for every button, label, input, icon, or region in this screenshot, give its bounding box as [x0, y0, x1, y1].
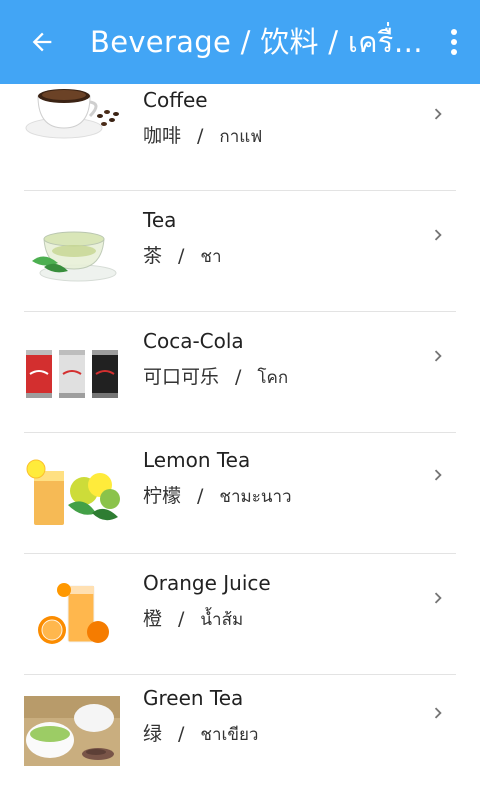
list-item-orange-juice[interactable]: Orange Juice 橙 / น้ำส้ม	[0, 554, 480, 675]
chevron-right-icon	[434, 592, 442, 604]
item-translations: 柠檬 / ชามะนาว	[143, 481, 292, 510]
chevron-right-icon	[434, 707, 442, 719]
item-translations: 茶 / ชา	[143, 241, 222, 270]
chinese-name: 咖啡	[143, 125, 182, 147]
green-tea-image	[24, 696, 120, 766]
list-item-tea[interactable]: Tea 茶 / ชา	[0, 191, 480, 312]
list-item-coca-cola[interactable]: Coca-Cola 可口可乐 / โคก	[0, 312, 480, 433]
separator: /	[197, 485, 204, 507]
separator: /	[178, 608, 185, 630]
item-name: Coffee	[143, 88, 208, 112]
item-name: Coca-Cola	[143, 329, 244, 353]
app-bar: Beverage / 饮料 / เครื่องดื่ม	[0, 0, 480, 84]
chevron-right-icon	[434, 350, 442, 362]
item-translations: 橙 / น้ำส้ม	[143, 604, 243, 633]
list-item-coffee[interactable]: Coffee 咖啡 / กาแฟ	[0, 84, 480, 191]
chevron-right-icon	[434, 108, 442, 120]
list-item-green-tea[interactable]: Green Tea 绿 / ชาเขียว	[0, 675, 480, 796]
more-vert-icon	[451, 29, 457, 55]
coca-cola-image	[26, 350, 118, 398]
separator: /	[178, 245, 185, 267]
item-name: Orange Juice	[143, 571, 271, 595]
coffee-image	[25, 89, 119, 139]
thai-name: กาแฟ	[219, 127, 263, 147]
item-translations: 咖啡 / กาแฟ	[143, 121, 262, 150]
item-name: Lemon Tea	[143, 448, 251, 472]
item-translations: 可口可乐 / โคก	[143, 362, 288, 391]
beverage-list: Coffee 咖啡 / กาแฟ Tea 茶 / ชา Coca-Cola 可口…	[0, 84, 480, 800]
item-translations: 绿 / ชาเขียว	[143, 719, 258, 748]
separator: /	[178, 723, 185, 745]
tea-image	[32, 231, 117, 282]
thai-name: โคก	[257, 368, 289, 388]
orange-juice-image	[38, 583, 109, 644]
chevron-right-icon	[434, 469, 442, 481]
thai-name: ชา	[200, 247, 222, 267]
overflow-menu-button[interactable]	[428, 0, 480, 84]
list-item-lemon-tea[interactable]: Lemon Tea 柠檬 / ชามะนาว	[0, 433, 480, 554]
arrow-back-icon	[32, 32, 52, 52]
separator: /	[235, 366, 242, 388]
back-button[interactable]	[0, 0, 84, 84]
thai-name: ชามะนาว	[219, 487, 292, 507]
thai-name: ชาเขียว	[200, 725, 259, 745]
lemon-tea-image	[24, 457, 120, 527]
item-name: Tea	[143, 208, 177, 232]
page-title: Beverage / 饮料 / เครื่องดื่ม	[90, 25, 428, 59]
separator: /	[197, 125, 204, 147]
chinese-name: 柠檬	[143, 485, 182, 507]
chinese-name: 可口可乐	[143, 366, 220, 388]
chevron-right-icon	[434, 229, 442, 241]
chinese-name: 橙	[143, 608, 163, 630]
chinese-name: 茶	[143, 245, 163, 267]
item-name: Green Tea	[143, 686, 244, 710]
thai-name: น้ำส้ม	[200, 610, 244, 630]
chinese-name: 绿	[143, 723, 163, 745]
